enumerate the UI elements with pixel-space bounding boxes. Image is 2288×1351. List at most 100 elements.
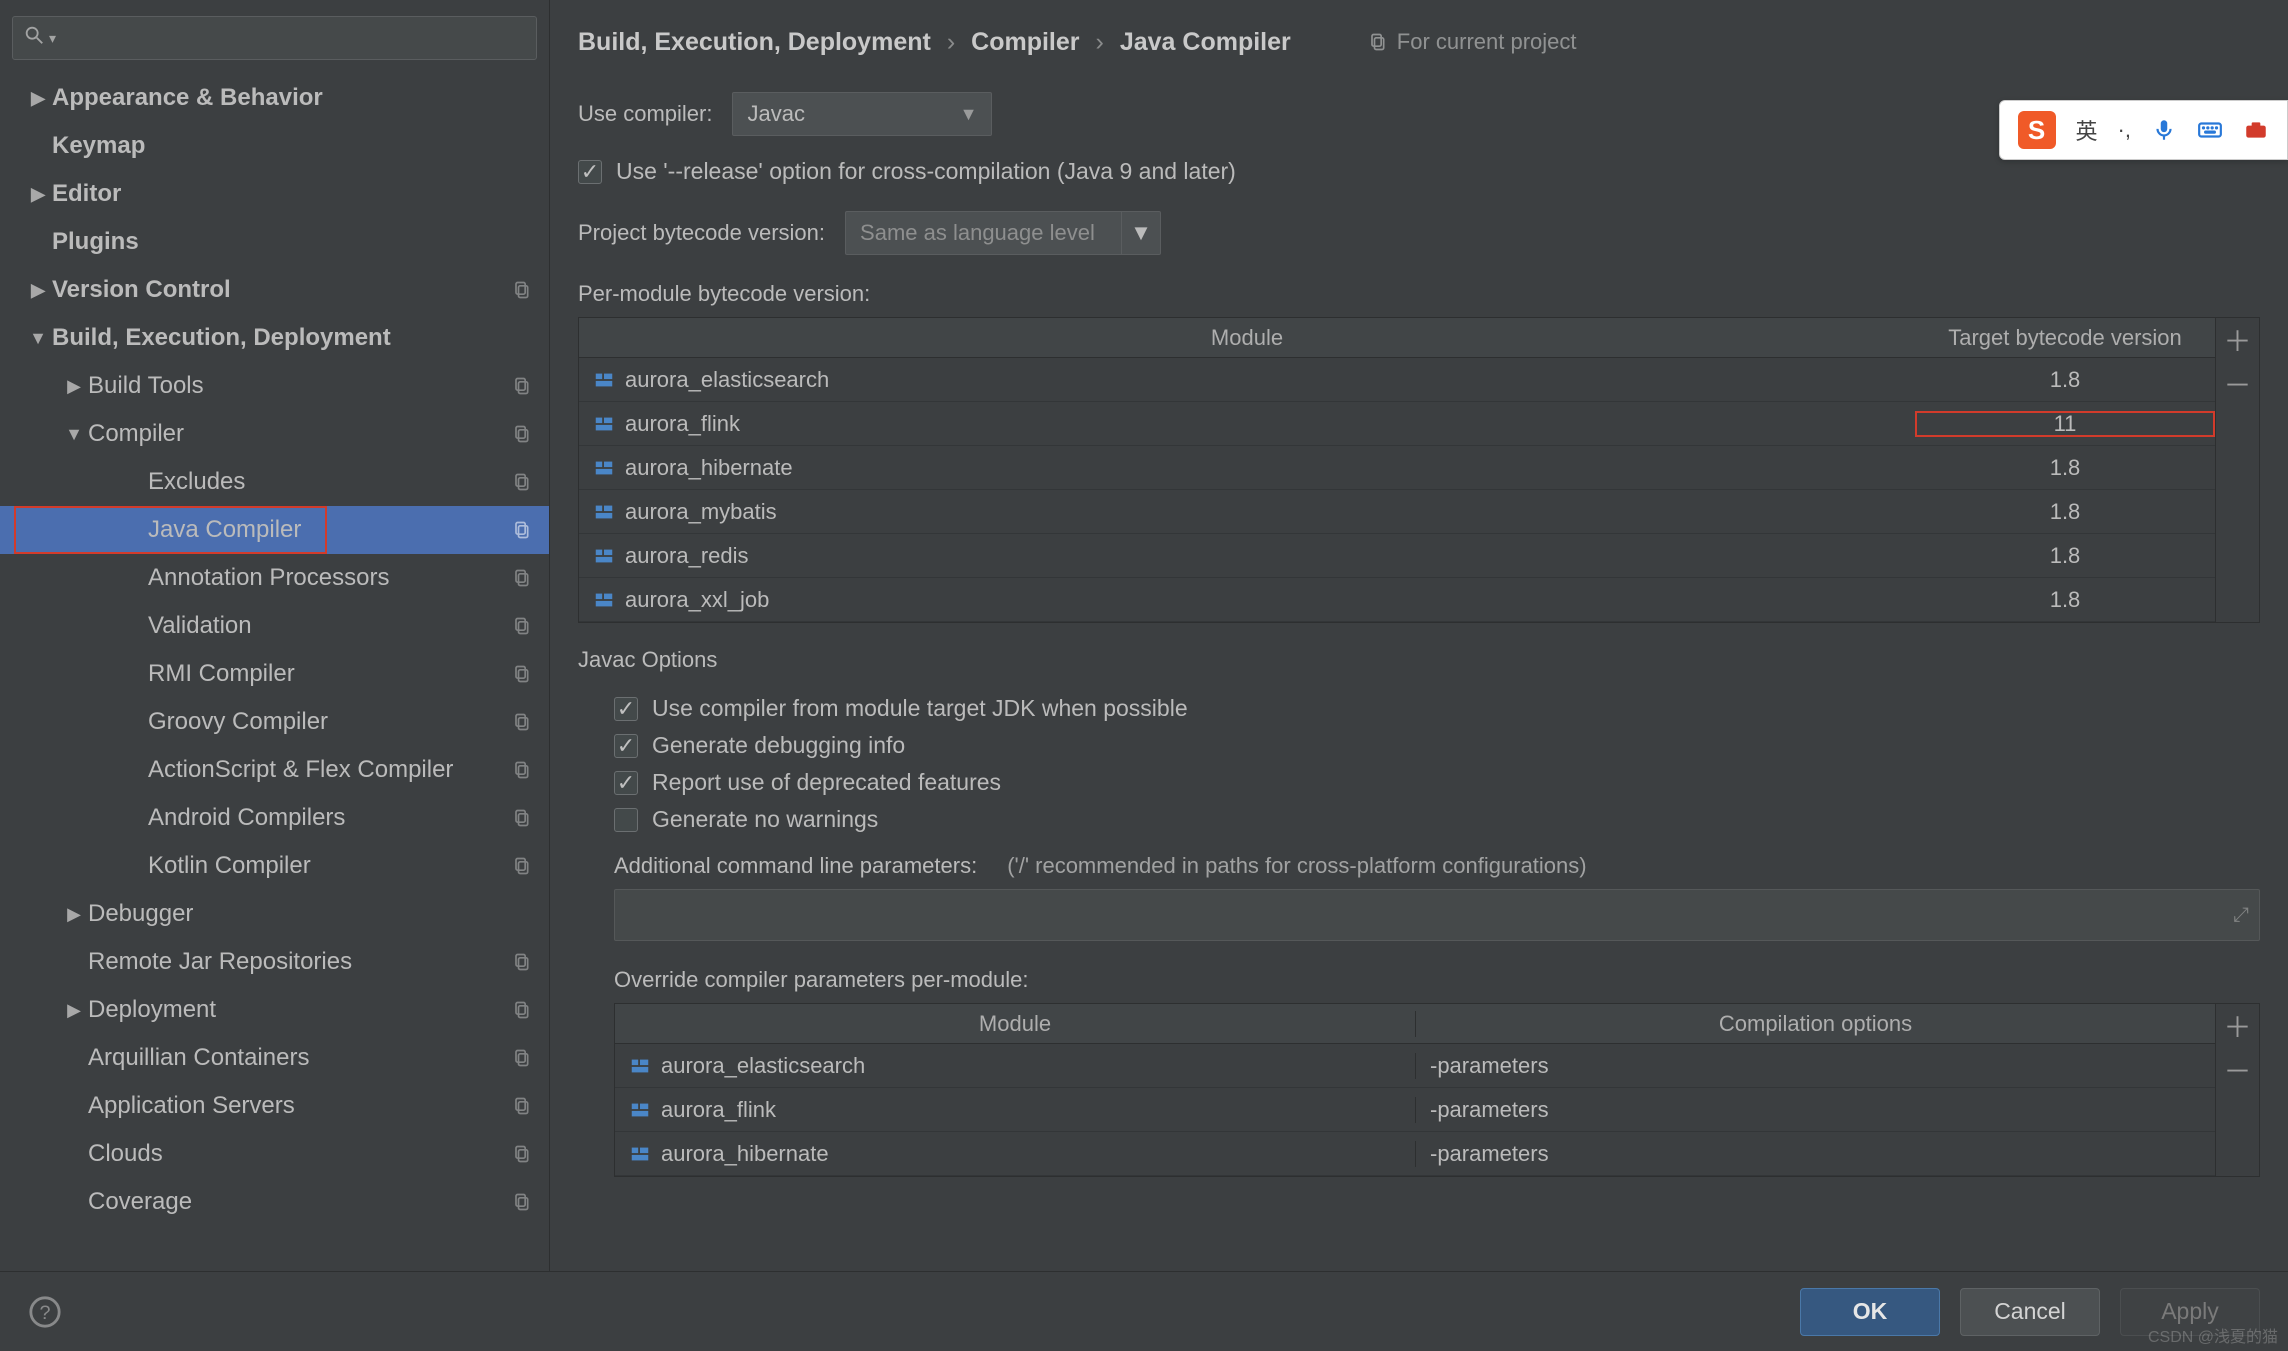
settings-search[interactable]: ▾ <box>12 16 537 60</box>
opts-cell[interactable]: -parameters <box>1415 1097 2215 1123</box>
remove-override-button[interactable]: － <box>2216 1048 2259 1092</box>
copy-icon <box>1367 32 1387 52</box>
table-row[interactable]: aurora_hibernate-parameters <box>615 1132 2215 1176</box>
keyboard-icon[interactable] <box>2197 117 2223 143</box>
copy-icon <box>511 280 531 300</box>
sidebar-item[interactable]: Groovy Compiler <box>0 698 549 746</box>
cmdline-input[interactable]: ⤢ <box>614 889 2260 941</box>
cancel-button[interactable]: Cancel <box>1960 1288 2100 1336</box>
table-row[interactable]: aurora_flink-parameters <box>615 1088 2215 1132</box>
copy-icon <box>511 712 531 732</box>
ime-lang[interactable]: 英 <box>2076 114 2098 146</box>
sidebar-item[interactable]: ▶Editor <box>0 170 549 218</box>
sidebar-item[interactable]: RMI Compiler <box>0 650 549 698</box>
opts-cell[interactable]: -parameters <box>1415 1141 2215 1167</box>
col-module-header: Module <box>615 1011 1415 1037</box>
sidebar-item[interactable]: Remote Jar Repositories <box>0 938 549 986</box>
search-icon <box>23 24 45 52</box>
sidebar-item-label: Android Compilers <box>148 804 509 832</box>
module-icon <box>593 501 615 523</box>
table-row[interactable]: aurora_xxl_job1.8 <box>579 578 2215 622</box>
chevron-right-icon: ▶ <box>24 88 52 109</box>
help-button[interactable] <box>28 1295 62 1329</box>
ime-toolbar[interactable]: S 英 ·, <box>1999 100 2288 160</box>
toolbox-icon[interactable] <box>2243 117 2269 143</box>
sidebar-item[interactable]: ▶Build Tools <box>0 362 549 410</box>
target-cell[interactable]: 1.8 <box>1915 499 2215 525</box>
use-compiler-select[interactable]: Javac ▼ <box>732 92 992 136</box>
copy-icon <box>511 952 531 972</box>
table-row[interactable]: aurora_elasticsearch1.8 <box>579 358 2215 402</box>
sidebar-item-label: Build, Execution, Deployment <box>52 324 509 352</box>
module-cell: aurora_xxl_job <box>579 587 1915 613</box>
copy-icon <box>511 472 531 492</box>
expand-icon[interactable]: ⤢ <box>2233 910 2249 920</box>
module-cell: aurora_flink <box>579 411 1915 437</box>
sidebar-item[interactable]: ▶Deployment <box>0 986 549 1034</box>
table-row[interactable]: aurora_elasticsearch-parameters <box>615 1044 2215 1088</box>
sidebar-item[interactable]: ▶Appearance & Behavior <box>0 74 549 122</box>
sidebar-item-label: Deployment <box>88 996 509 1024</box>
table-row[interactable]: aurora_flink11 <box>579 402 2215 446</box>
sidebar-item[interactable]: Validation <box>0 602 549 650</box>
sidebar-item[interactable]: Plugins <box>0 218 549 266</box>
chevron-down-icon: ▾ <box>49 30 56 47</box>
use-release-checkbox[interactable] <box>578 160 602 184</box>
sidebar-item[interactable]: Arquillian Containers <box>0 1034 549 1082</box>
sidebar-item[interactable]: Java Compiler <box>0 506 549 554</box>
sidebar-item[interactable]: ▶Version Control <box>0 266 549 314</box>
col-opts-header: Compilation options <box>1415 1011 2215 1037</box>
module-cell: aurora_elasticsearch <box>615 1053 1415 1079</box>
target-cell[interactable]: 1.8 <box>1915 587 2215 613</box>
sidebar-item[interactable]: Keymap <box>0 122 549 170</box>
table-row[interactable]: aurora_mybatis1.8 <box>579 490 2215 534</box>
sidebar-item[interactable]: ActionScript & Flex Compiler <box>0 746 549 794</box>
project-bytecode-select[interactable]: Same as language level <box>845 211 1121 255</box>
sidebar-item[interactable]: ▼Compiler <box>0 410 549 458</box>
copy-icon <box>511 424 531 444</box>
opts-cell[interactable]: -parameters <box>1415 1053 2215 1079</box>
copy-icon <box>511 616 531 636</box>
use-compiler-label: Use compiler: <box>578 101 712 127</box>
ime-punct[interactable]: ·, <box>2118 117 2131 143</box>
add-module-button[interactable]: ＋ <box>2216 318 2259 362</box>
sidebar-item-label: Version Control <box>52 276 509 304</box>
module-icon <box>593 589 615 611</box>
module-icon <box>629 1143 651 1165</box>
table-row[interactable]: aurora_hibernate1.8 <box>579 446 2215 490</box>
sidebar-item[interactable]: ▶Debugger <box>0 890 549 938</box>
module-icon <box>629 1099 651 1121</box>
sidebar-item[interactable]: Excludes <box>0 458 549 506</box>
target-cell[interactable]: 1.8 <box>1915 455 2215 481</box>
table-header: Module Compilation options <box>615 1004 2215 1044</box>
module-icon <box>593 545 615 567</box>
mic-icon[interactable] <box>2151 117 2177 143</box>
opt-nowarn-checkbox[interactable] <box>614 808 638 832</box>
override-label: Override compiler parameters per-module: <box>614 967 2260 993</box>
sidebar-item[interactable]: Application Servers <box>0 1082 549 1130</box>
remove-module-button[interactable]: － <box>2216 362 2259 406</box>
target-cell[interactable]: 1.8 <box>1915 543 2215 569</box>
project-bytecode-dropdown-button[interactable]: ▼ <box>1121 211 1161 255</box>
sidebar-item-label: ActionScript & Flex Compiler <box>148 756 509 784</box>
add-override-button[interactable]: ＋ <box>2216 1004 2259 1048</box>
sidebar-item-label: Annotation Processors <box>148 564 509 592</box>
sidebar-item[interactable]: Coverage <box>0 1178 549 1226</box>
sidebar-item[interactable]: Clouds <box>0 1130 549 1178</box>
sidebar-item[interactable]: Kotlin Compiler <box>0 842 549 890</box>
module-cell: aurora_hibernate <box>615 1141 1415 1167</box>
target-cell[interactable]: 1.8 <box>1915 367 2215 393</box>
target-cell[interactable]: 11 <box>1915 411 2215 437</box>
sidebar-item-label: Compiler <box>88 420 509 448</box>
opt-debug-checkbox[interactable] <box>614 734 638 758</box>
table-side-controls: ＋ － <box>2215 1004 2259 1176</box>
sidebar-item[interactable]: Android Compilers <box>0 794 549 842</box>
ok-button[interactable]: OK <box>1800 1288 1940 1336</box>
copy-icon <box>511 664 531 684</box>
opt-from-jdk-checkbox[interactable] <box>614 697 638 721</box>
table-row[interactable]: aurora_redis1.8 <box>579 534 2215 578</box>
sidebar-item-label: Groovy Compiler <box>148 708 509 736</box>
sidebar-item[interactable]: Annotation Processors <box>0 554 549 602</box>
opt-deprecated-checkbox[interactable] <box>614 771 638 795</box>
sidebar-item[interactable]: ▼Build, Execution, Deployment <box>0 314 549 362</box>
